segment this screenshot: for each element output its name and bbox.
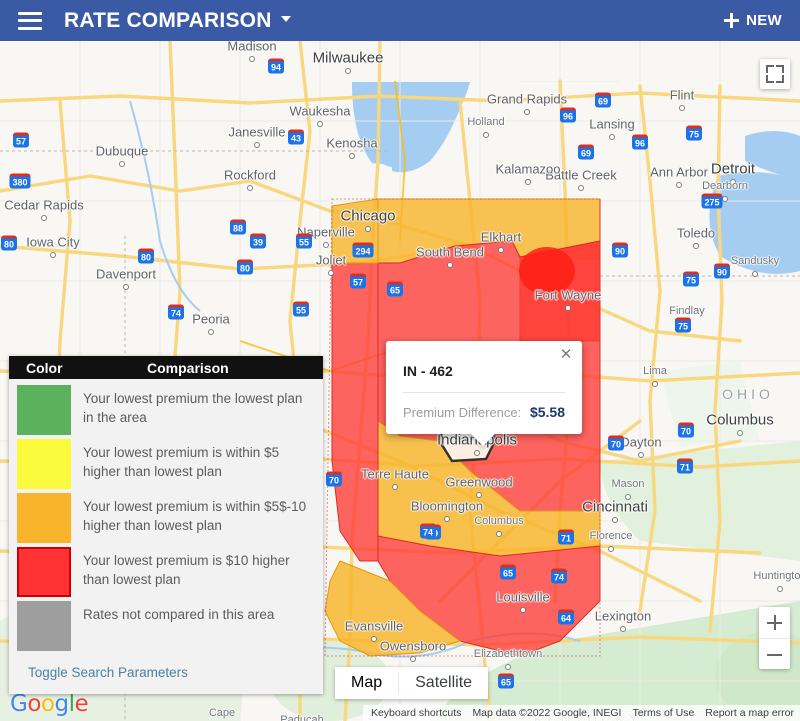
terms-of-use-link[interactable]: Terms of Use: [632, 707, 694, 719]
legend-header: Color Comparison: [9, 356, 323, 379]
google-logo: Google: [10, 691, 89, 717]
legend-header-comparison: Comparison: [147, 359, 229, 376]
legend-row: Your lowest premium is within $5$-10 hig…: [9, 491, 323, 545]
new-button[interactable]: NEW: [724, 12, 782, 29]
premium-difference-label: Premium Difference:: [403, 405, 522, 420]
map-type-control: Map Satellite: [335, 667, 489, 699]
keyboard-shortcuts-link[interactable]: Keyboard shortcuts: [371, 707, 461, 719]
legend-row: Rates not compared in this area: [9, 599, 323, 653]
rate-comparison-app: RATE COMPARISON NEW Milwaukee Madison Wa…: [0, 0, 800, 721]
legend-row: Your lowest premium is within $5 higher …: [9, 437, 323, 491]
zoom-in-button[interactable]: [759, 607, 790, 638]
hamburger-menu-icon[interactable]: [18, 11, 42, 30]
fullscreen-icon[interactable]: [760, 59, 790, 89]
info-window-title: IN - 462: [403, 363, 453, 379]
map-attribution: Keyboard shortcuts Map data ©2022 Google…: [362, 705, 800, 721]
legend-color-swatch: [17, 601, 71, 651]
legend-color-swatch: [17, 439, 71, 489]
legend-row-text: Your lowest premium the lowest plan in t…: [83, 391, 303, 425]
premium-difference-value: $5.58: [529, 404, 565, 420]
fullscreen-corner-bl: [766, 75, 774, 83]
region-northwest-orange: [331, 198, 379, 264]
page-title-text: RATE COMPARISON: [64, 8, 272, 32]
page-title[interactable]: RATE COMPARISON: [64, 9, 291, 33]
toggle-search-parameters-link[interactable]: Toggle Search Parameters: [28, 665, 188, 680]
map-viewport[interactable]: Milwaukee Madison Waukesha Janesville Kenosh…: [0, 41, 800, 721]
legend-color-swatch: [17, 493, 71, 543]
plus-icon: [724, 13, 740, 28]
new-button-label: NEW: [746, 12, 782, 29]
legend-row-text: Rates not compared in this area: [83, 607, 275, 622]
info-window-divider: [403, 392, 565, 393]
region-west-red: [331, 262, 379, 562]
app-header: RATE COMPARISON NEW: [0, 0, 800, 41]
legend-color-swatch: [17, 385, 71, 435]
legend-color-swatch: [17, 547, 71, 597]
legend-panel: Color Comparison Your lowest premium the…: [9, 356, 323, 694]
close-icon[interactable]: ✕: [558, 346, 574, 362]
region-fortwayne-core: [519, 247, 575, 295]
info-window[interactable]: ✕ IN - 462 Premium Difference: $5.58: [386, 341, 582, 434]
fullscreen-corner-br: [776, 75, 784, 83]
legend-rows: Your lowest premium the lowest plan in t…: [9, 379, 323, 657]
fullscreen-corner-tl: [766, 65, 774, 73]
legend-row-text: Your lowest premium is $10 higher than l…: [83, 553, 290, 587]
legend-footer: Toggle Search Parameters: [9, 657, 323, 694]
map-type-map-button[interactable]: Map: [335, 667, 399, 699]
report-map-error-link[interactable]: Report a map error: [705, 707, 794, 719]
map-data-text: Map data ©2022 Google, INEGI: [472, 707, 622, 719]
fullscreen-corner-tr: [776, 65, 784, 73]
info-window-row: Premium Difference: $5.58: [403, 404, 565, 420]
zoom-controls: [759, 607, 790, 669]
legend-row-text: Your lowest premium is within $5 higher …: [83, 445, 280, 479]
map-type-satellite-button[interactable]: Satellite: [399, 667, 489, 699]
legend-header-color: Color: [26, 359, 63, 376]
legend-row: Your lowest premium is $10 higher than l…: [9, 545, 323, 599]
legend-row: Your lowest premium the lowest plan in t…: [9, 383, 323, 437]
zoom-out-button[interactable]: [759, 638, 790, 669]
legend-row-text: Your lowest premium is within $5$-10 hig…: [83, 499, 307, 533]
chevron-down-icon[interactable]: [280, 15, 291, 22]
